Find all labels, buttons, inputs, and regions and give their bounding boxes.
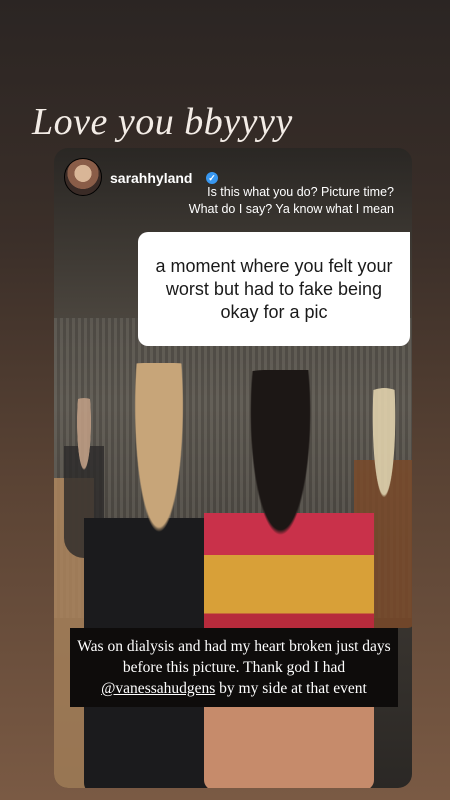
question-sticker[interactable]: a moment where you felt your worst but h… <box>138 232 410 346</box>
overlay-caption: Was on dialysis and had my heart broken … <box>70 628 398 707</box>
avatar[interactable] <box>64 158 102 196</box>
reply-text: Is this what you do? Picture time? What … <box>158 184 394 218</box>
reply-line: What do I say? Ya know what I mean <box>188 202 394 216</box>
reply-line: Is this what you do? Picture time? <box>207 185 394 199</box>
shared-story-card[interactable]: sarahhyland ✓ Is this what you do? Pictu… <box>54 148 412 788</box>
mention-link[interactable]: @vanessahudgens <box>101 680 215 697</box>
photo-person-right <box>204 370 374 788</box>
story-caption: Love you bbyyyy <box>32 101 293 143</box>
verified-badge-icon: ✓ <box>206 172 218 184</box>
caption-text: Was on dialysis and had my heart broken … <box>77 638 391 676</box>
caption-text-end: by my side at that event <box>215 680 367 697</box>
question-text: a moment where you felt your worst but h… <box>155 255 393 322</box>
